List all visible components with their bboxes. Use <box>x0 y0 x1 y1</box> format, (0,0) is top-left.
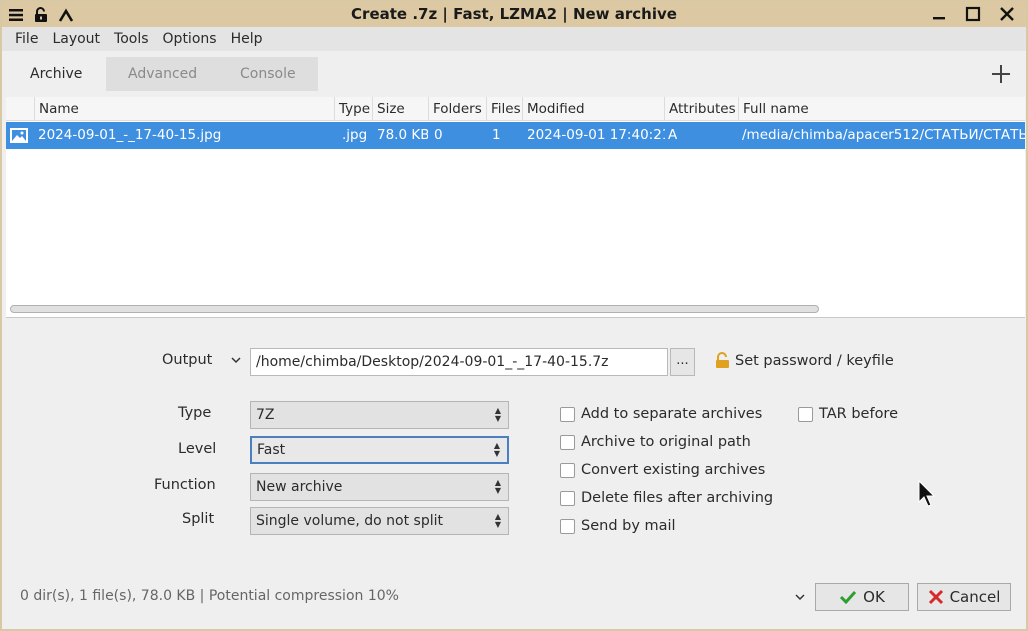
lock-icon <box>716 352 729 368</box>
checkbox-box[interactable] <box>560 490 575 506</box>
table-row[interactable]: 2024-09-01_-_17-40-15.jpg .jpg 78.0 KB 0… <box>6 122 1025 149</box>
output-history-chevron-down-icon[interactable] <box>230 354 242 370</box>
ok-label: OK <box>863 588 885 606</box>
checkmark-icon <box>840 590 857 604</box>
convert-existing-archives-label: Convert existing archives <box>581 462 766 478</box>
column-header-attributes[interactable]: Attributes <box>664 97 738 121</box>
cancel-button[interactable]: Cancel <box>917 583 1011 611</box>
title-bar: Create .7z | Fast, LZMA2 | New archive <box>2 2 1026 27</box>
close-icon[interactable] <box>994 3 1020 25</box>
level-label: Level <box>178 441 217 457</box>
column-header-type[interactable]: Type <box>334 97 372 121</box>
spin-arrows-icon: ▲ ▼ <box>494 478 501 495</box>
status-text: 0 dir(s), 1 file(s), 78.0 KB | Potential… <box>20 588 399 604</box>
checkbox-box[interactable] <box>560 462 575 478</box>
split-label: Split <box>182 511 215 527</box>
checkbox-box[interactable] <box>560 518 575 534</box>
maximize-icon[interactable] <box>960 3 986 25</box>
menu-tools[interactable]: Tools <box>107 31 156 47</box>
cell-name: 2024-09-01_-_17-40-15.jpg <box>38 127 222 143</box>
icon-column-header <box>6 97 34 121</box>
file-table: Name Type Size Folders Files Modified At… <box>6 97 1025 317</box>
panel-splitter[interactable] <box>6 317 1025 318</box>
minimize-icon[interactable] <box>926 3 952 25</box>
details-chevron-down-icon[interactable] <box>794 591 806 607</box>
function-value: New archive <box>256 479 343 495</box>
table-header: Name Type Size Folders Files Modified At… <box>6 97 1025 121</box>
delete-after-archiving-label: Delete files after archiving <box>581 490 774 506</box>
type-label: Type <box>178 405 212 421</box>
column-header-full-name[interactable]: Full name <box>738 97 1025 121</box>
type-value: 7Z <box>256 407 275 423</box>
archive-original-path-checkbox[interactable]: Archive to original path <box>560 434 751 450</box>
column-header-size[interactable]: Size <box>372 97 428 121</box>
unlock-icon[interactable] <box>30 4 52 26</box>
cell-modified: 2024-09-01 17:40:21 <box>527 127 665 143</box>
archive-original-path-label: Archive to original path <box>581 434 751 450</box>
spin-arrows-icon: ▲ ▼ <box>494 512 501 529</box>
checkbox-box[interactable] <box>560 406 575 422</box>
tar-before-checkbox[interactable]: TAR before <box>798 406 898 422</box>
horizontal-scrollbar[interactable] <box>10 305 819 313</box>
level-value: Fast <box>257 442 286 458</box>
level-select[interactable]: Fast ▲ ▼ <box>250 436 509 464</box>
window-title: Create .7z | Fast, LZMA2 | New archive <box>351 5 677 23</box>
tab-advanced[interactable]: Advanced <box>106 57 220 91</box>
ok-button[interactable]: OK <box>815 583 909 611</box>
convert-existing-archives-checkbox[interactable]: Convert existing archives <box>560 462 765 478</box>
add-separate-archives-checkbox[interactable]: Add to separate archives <box>560 406 762 422</box>
output-path-input[interactable]: /home/chimba/Desktop/2024-09-01_-_17-40-… <box>250 348 668 376</box>
cancel-label: Cancel <box>949 588 1001 606</box>
archive-dialog-window: Create .7z | Fast, LZMA2 | New archive F… <box>0 0 1028 631</box>
column-header-modified[interactable]: Modified <box>522 97 664 121</box>
output-label: Output <box>162 352 213 368</box>
cell-attributes: A <box>668 127 678 143</box>
cell-files: 1 <box>492 127 501 143</box>
type-select[interactable]: 7Z ▲ ▼ <box>250 401 509 429</box>
menu-file[interactable]: File <box>8 31 45 47</box>
checkbox-box[interactable] <box>560 434 575 450</box>
cell-full-name: /media/chimba/apacer512/СТАТЬИ/СТАТЬИ <box>742 127 1025 143</box>
add-tab-icon[interactable] <box>990 63 1012 85</box>
tab-bar: Archive Advanced Console <box>2 51 1026 97</box>
spin-arrows-icon: ▲ ▼ <box>494 406 501 423</box>
add-separate-archives-label: Add to separate archives <box>581 406 763 422</box>
menu-options[interactable]: Options <box>156 31 224 47</box>
split-select[interactable]: Single volume, do not split ▲ ▼ <box>250 507 509 535</box>
hamburger-menu-icon[interactable] <box>5 4 27 26</box>
cell-folders: 0 <box>434 127 443 143</box>
menu-layout[interactable]: Layout <box>45 31 107 47</box>
cell-size: 78.0 KB <box>377 127 428 143</box>
tab-archive[interactable]: Archive <box>8 57 104 91</box>
split-value: Single volume, do not split <box>256 513 443 529</box>
keep-above-icon[interactable] <box>55 4 77 26</box>
set-password-button[interactable]: Set password / keyfile <box>715 352 894 369</box>
browse-button[interactable]: ... <box>670 348 695 376</box>
delete-after-archiving-checkbox[interactable]: Delete files after archiving <box>560 490 773 506</box>
mouse-cursor-icon <box>918 479 936 512</box>
menu-bar: File Layout Tools Options Help <box>2 27 1026 51</box>
tar-before-label: TAR before <box>819 406 898 422</box>
column-header-name[interactable]: Name <box>34 97 334 121</box>
image-file-icon <box>10 122 34 149</box>
menu-help[interactable]: Help <box>224 31 270 47</box>
set-password-label: Set password / keyfile <box>735 352 894 369</box>
column-header-folders[interactable]: Folders <box>428 97 486 121</box>
cell-type: .jpg <box>342 127 368 143</box>
column-header-files[interactable]: Files <box>486 97 522 121</box>
spin-arrows-icon: ▲ ▼ <box>493 441 500 458</box>
function-label: Function <box>154 477 216 493</box>
cancel-x-icon <box>928 589 943 605</box>
tab-console[interactable]: Console <box>218 57 318 91</box>
function-select[interactable]: New archive ▲ ▼ <box>250 473 509 501</box>
checkbox-box[interactable] <box>798 406 813 422</box>
send-by-mail-label: Send by mail <box>581 518 676 534</box>
send-by-mail-checkbox[interactable]: Send by mail <box>560 518 676 534</box>
